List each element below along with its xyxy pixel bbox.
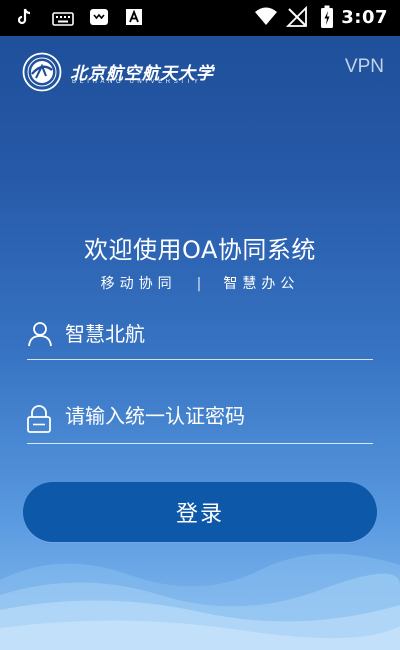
tiktok-icon (17, 8, 32, 30)
news-icon (89, 8, 109, 30)
logo-subtitle: BEIHANG UNIVERSITY (72, 79, 202, 85)
user-icon (27, 321, 53, 351)
status-bar: 3:07 (0, 0, 400, 36)
username-input[interactable] (65, 317, 365, 347)
page-title: 欢迎使用OA协同系统 (84, 236, 316, 264)
font-a-icon (125, 8, 143, 30)
university-emblem-icon (22, 52, 62, 92)
status-time: 3:07 (341, 7, 388, 28)
page-subtitle: 移动协同 | 智慧办公 (0, 273, 400, 293)
password-field (27, 395, 373, 444)
keyboard-icon (52, 11, 74, 30)
username-field (27, 311, 373, 360)
login-button[interactable]: 登录 (23, 482, 377, 542)
subtitle-left: 移动协同 (100, 276, 177, 292)
vpn-button[interactable]: VPN (345, 56, 384, 78)
university-logo: 北京航空航天大学 BEIHANG UNIVERSITY (22, 52, 222, 92)
subtitle-right: 智慧办公 (223, 276, 300, 292)
no-signal-icon (285, 5, 308, 32)
wifi-icon (254, 6, 278, 30)
lock-icon (27, 405, 51, 437)
wave-decoration (0, 553, 400, 650)
subtitle-separator: | (196, 276, 202, 292)
battery-icon (320, 5, 334, 33)
password-input[interactable] (65, 401, 365, 431)
